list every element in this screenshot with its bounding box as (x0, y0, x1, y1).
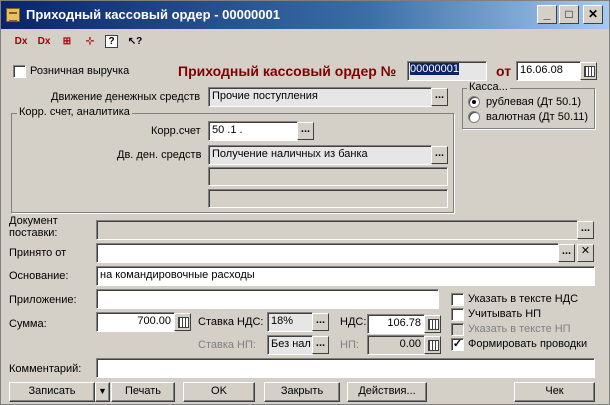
cash-rub-label: рублевая (Дт 50.1) (486, 96, 582, 108)
dds-select-button[interactable]: ... (431, 146, 448, 164)
from-label: от (496, 63, 512, 79)
corr-account-label: Корр.счет (151, 125, 201, 137)
actions-button[interactable]: Действия... (347, 382, 427, 402)
doc-delete-icon[interactable]: Dx (13, 34, 29, 50)
np-in-text-label: Указать в тексте НП (468, 323, 571, 335)
dds-label: Дв. ден. средств (117, 149, 202, 161)
movement-select-button[interactable]: ... (431, 88, 448, 106)
np-rate-field[interactable]: Без нал (267, 335, 313, 355)
save-dropdown-button[interactable]: ▼ (95, 382, 110, 402)
basis-field[interactable]: на командировочные расходы (96, 266, 595, 286)
comment-label: Комментарий: (9, 363, 82, 375)
delete-icon[interactable]: Dx (36, 34, 52, 50)
vat-label: НДС: (340, 316, 367, 328)
np-rate-label: Ставка НП: (198, 339, 256, 351)
attachment-field[interactable] (96, 289, 439, 309)
dds-field[interactable]: Получение наличных из банка (208, 145, 432, 165)
calculator-button[interactable] (174, 313, 191, 331)
document-window: Приходный кассовый ордер - 00000001 _ □ … (0, 0, 610, 405)
check-button[interactable]: Чек (514, 382, 595, 402)
accepted-label: Принято от (9, 247, 67, 259)
supply-doc-select-button[interactable]: ... (577, 221, 594, 239)
corr-account-select-button[interactable]: ... (297, 122, 314, 140)
analytics-field-2 (208, 189, 448, 208)
doc-structure-icon[interactable]: ⊹ (82, 34, 98, 50)
movement-label: Движение денежных средств (51, 91, 201, 103)
accepted-clear-button[interactable]: ✕ (577, 244, 594, 262)
save-button[interactable]: Записать (9, 382, 95, 402)
accepted-select-button[interactable]: ... (558, 244, 575, 262)
cash-rub-radio[interactable] (468, 96, 480, 108)
np-in-text-checkbox (451, 323, 464, 336)
basis-label: Основание: (9, 270, 69, 282)
corr-legend: Корр. счет, аналитика (17, 106, 132, 118)
cash-currency-radio[interactable] (468, 111, 480, 123)
doc-number-field[interactable]: 00000001 (407, 61, 487, 81)
title-bar[interactable]: Приходный кассовый ордер - 00000001 _ □ … (1, 1, 609, 29)
corr-account-field[interactable]: 50 .1 . (208, 121, 298, 141)
maximize-button[interactable]: □ (559, 5, 579, 24)
window-title: Приходный кассовый ордер - 00000001 (26, 7, 280, 22)
np-field: 0.00 (367, 335, 425, 355)
print-button[interactable]: Печать (111, 382, 175, 402)
make-entries-checkbox[interactable]: ✓ (451, 338, 464, 351)
np-rate-select-button[interactable]: ... (312, 336, 329, 354)
comment-field[interactable] (96, 358, 595, 378)
sum-field[interactable]: 700.00 (96, 312, 175, 332)
doc-add-icon[interactable]: ⊞ (59, 34, 75, 50)
supply-doc-field (96, 220, 578, 240)
ok-button[interactable]: OK (183, 382, 255, 402)
movement-field[interactable]: Прочие поступления (208, 87, 432, 107)
np-calculator-button (424, 336, 441, 354)
help-arrow-icon[interactable]: ↖? (127, 34, 143, 50)
attachment-label: Приложение: (9, 294, 77, 306)
account-np-label: Учитывать НП (468, 308, 542, 320)
vat-rate-select-button[interactable]: ... (312, 313, 329, 331)
retail-checkbox[interactable] (13, 65, 26, 78)
account-np-checkbox[interactable] (451, 308, 464, 321)
cash-legend: Касса... (467, 81, 510, 93)
vat-field[interactable]: 106.78 (367, 314, 425, 334)
date-field[interactable]: 16.06.08 (516, 61, 581, 81)
vat-in-text-label: Указать в тексте НДС (468, 293, 579, 305)
make-entries-label: Формировать проводки (468, 338, 588, 350)
retail-label: Розничная выручка (30, 65, 130, 77)
vat-in-text-checkbox[interactable] (451, 293, 464, 306)
accepted-field[interactable] (96, 243, 559, 263)
doc-title: Приходный кассовый ордер № (178, 63, 397, 79)
vat-rate-field[interactable]: 18% (267, 312, 313, 332)
calendar-button[interactable] (580, 62, 597, 80)
vat-rate-label: Ставка НДС: (198, 316, 264, 328)
sum-label: Сумма: (9, 318, 47, 330)
minimize-button[interactable]: _ (537, 5, 557, 24)
supply-doc-label: Документ поставки: (9, 215, 58, 239)
np-label: НП: (340, 339, 359, 351)
vat-calculator-button[interactable] (424, 315, 441, 333)
help-icon[interactable]: ? (105, 35, 118, 48)
close-window-button[interactable]: ✕ (583, 5, 603, 24)
close-button[interactable]: Закрыть (264, 382, 340, 402)
analytics-field-1 (208, 167, 448, 186)
app-icon (6, 8, 20, 22)
cash-currency-label: валютная (Дт 50.11) (486, 111, 589, 123)
